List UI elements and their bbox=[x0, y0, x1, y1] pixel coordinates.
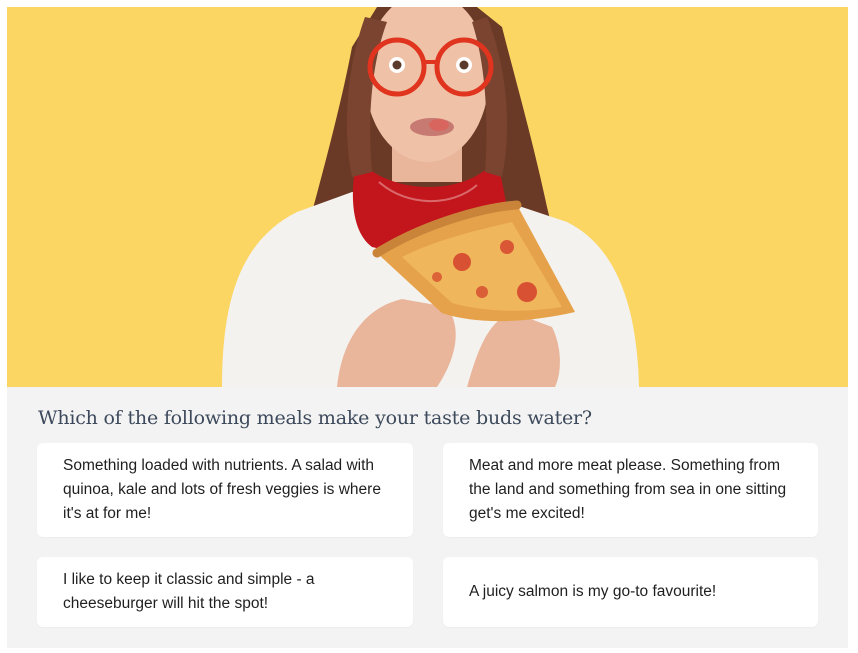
answer-option-label: Something loaded with nutrients. A salad… bbox=[63, 457, 381, 522]
hero-image bbox=[7, 7, 848, 387]
quiz-question: Which of the following meals make your t… bbox=[38, 407, 592, 429]
answer-option-salmon[interactable]: A juicy salmon is my go-to favourite! bbox=[443, 557, 818, 627]
answer-option-meat[interactable]: Meat and more meat please. Something fro… bbox=[443, 443, 818, 537]
answer-option-label: A juicy salmon is my go-to favourite! bbox=[469, 583, 717, 600]
quiz-card: Which of the following meals make your t… bbox=[7, 7, 848, 648]
woman-eating-pizza-illustration bbox=[7, 7, 848, 387]
answer-option-label: Meat and more meat please. Something fro… bbox=[469, 457, 787, 522]
answer-option-cheeseburger[interactable]: I like to keep it classic and simple - a… bbox=[37, 557, 413, 627]
answer-option-salad[interactable]: Something loaded with nutrients. A salad… bbox=[37, 443, 413, 537]
answer-option-label: I like to keep it classic and simple - a… bbox=[63, 571, 315, 612]
